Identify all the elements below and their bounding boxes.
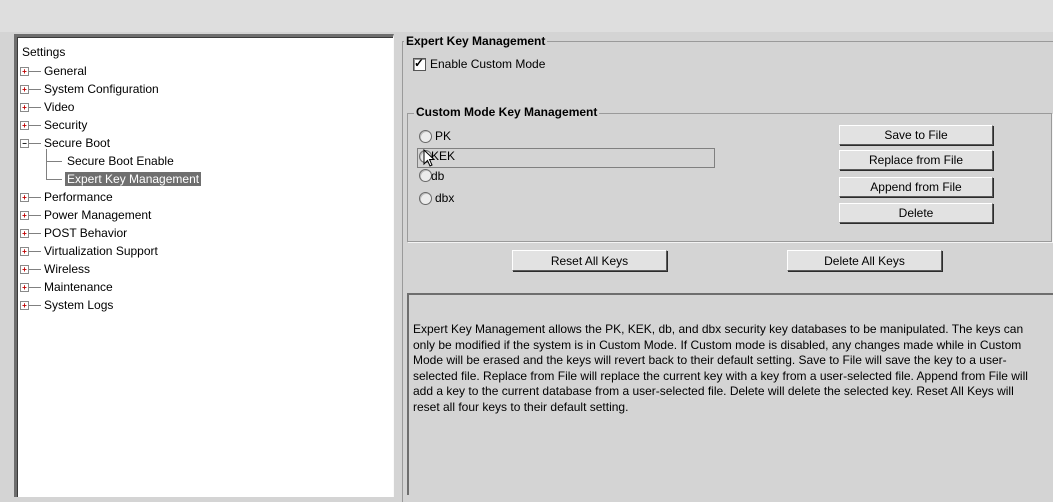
save-to-file-button[interactable]: Save to File bbox=[839, 125, 993, 145]
tree-item-post-behavior[interactable]: POST Behavior bbox=[44, 224, 127, 242]
description-panel: Expert Key Management allows the PK, KEK… bbox=[407, 293, 1053, 495]
expand-icon[interactable]: + bbox=[20, 85, 29, 94]
tree-item-maintenance[interactable]: Maintenance bbox=[44, 278, 113, 296]
tree-connector bbox=[29, 305, 41, 306]
expand-icon[interactable]: + bbox=[20, 265, 29, 274]
custom-mode-title: Custom Mode Key Management bbox=[414, 105, 600, 119]
tree-connector bbox=[46, 161, 62, 162]
expand-icon[interactable]: + bbox=[20, 283, 29, 292]
expand-icon[interactable]: + bbox=[20, 211, 29, 220]
tree-connector bbox=[29, 71, 41, 72]
tree-connector bbox=[29, 89, 41, 90]
radio-label: dbx bbox=[435, 191, 455, 205]
tree-connector bbox=[29, 107, 41, 108]
expand-icon[interactable]: + bbox=[20, 121, 29, 130]
focus-rectangle bbox=[417, 148, 715, 168]
tree-connector bbox=[29, 269, 41, 270]
radio-label: db bbox=[431, 169, 445, 183]
tree-connector bbox=[29, 215, 41, 216]
tree-connector bbox=[46, 149, 47, 179]
radio-button[interactable] bbox=[419, 192, 432, 205]
tree-item-secure-boot-enable[interactable]: Secure Boot Enable bbox=[67, 152, 174, 170]
tree-item-label: Expert Key Management bbox=[65, 172, 202, 186]
tree-connector bbox=[29, 125, 41, 126]
expand-icon[interactable]: + bbox=[20, 301, 29, 310]
collapse-icon[interactable]: − bbox=[20, 139, 29, 148]
settings-tree[interactable]: Settings + General + System Configuratio… bbox=[14, 34, 394, 497]
top-bar bbox=[0, 0, 1053, 32]
replace-from-file-button[interactable]: Replace from File bbox=[839, 150, 993, 170]
tree-connector bbox=[29, 287, 41, 288]
tree-connector bbox=[46, 179, 62, 180]
tree-item-video[interactable]: Video bbox=[44, 98, 74, 116]
tree-item-wireless[interactable]: Wireless bbox=[44, 260, 90, 278]
append-from-file-button[interactable]: Append from File bbox=[839, 177, 993, 197]
expand-icon[interactable]: + bbox=[20, 247, 29, 256]
radio-button[interactable] bbox=[419, 130, 432, 143]
tree-connector bbox=[29, 233, 41, 234]
tree-item-system-configuration[interactable]: System Configuration bbox=[44, 80, 159, 98]
expert-key-management-title: Expert Key Management bbox=[404, 34, 548, 48]
tree-item-expert-key-management[interactable]: Expert Key Management bbox=[65, 170, 202, 188]
tree-item-general[interactable]: General bbox=[44, 62, 87, 80]
tree-item-performance[interactable]: Performance bbox=[44, 188, 113, 206]
expand-icon[interactable]: + bbox=[20, 103, 29, 112]
expand-icon[interactable]: + bbox=[20, 229, 29, 238]
check-mark-icon: ✓ bbox=[414, 56, 425, 70]
tree-item-secure-boot[interactable]: Secure Boot bbox=[44, 134, 110, 152]
tree-item-virtualization-support[interactable]: Virtualization Support bbox=[44, 242, 158, 260]
tree-connector bbox=[29, 197, 41, 198]
tree-item-power-management[interactable]: Power Management bbox=[44, 206, 151, 224]
tree-item-system-logs[interactable]: System Logs bbox=[44, 296, 113, 314]
reset-all-keys-button[interactable]: Reset All Keys bbox=[512, 250, 667, 271]
delete-all-keys-button[interactable]: Delete All Keys bbox=[787, 250, 942, 271]
tree-item-security[interactable]: Security bbox=[44, 116, 87, 134]
tree-root: Settings bbox=[22, 45, 66, 59]
delete-button[interactable]: Delete bbox=[839, 203, 993, 223]
radio-label: PK bbox=[435, 129, 452, 143]
enable-custom-mode-checkbox[interactable]: ✓ bbox=[413, 56, 426, 71]
expand-icon[interactable]: + bbox=[20, 193, 29, 202]
mouse-cursor-icon bbox=[423, 149, 436, 167]
description-text: Expert Key Management allows the PK, KEK… bbox=[413, 322, 1028, 414]
tree-connector bbox=[29, 251, 41, 252]
enable-custom-mode-label[interactable]: Enable Custom Mode bbox=[430, 56, 545, 72]
tree-connector bbox=[29, 143, 41, 144]
expand-icon[interactable]: + bbox=[20, 67, 29, 76]
